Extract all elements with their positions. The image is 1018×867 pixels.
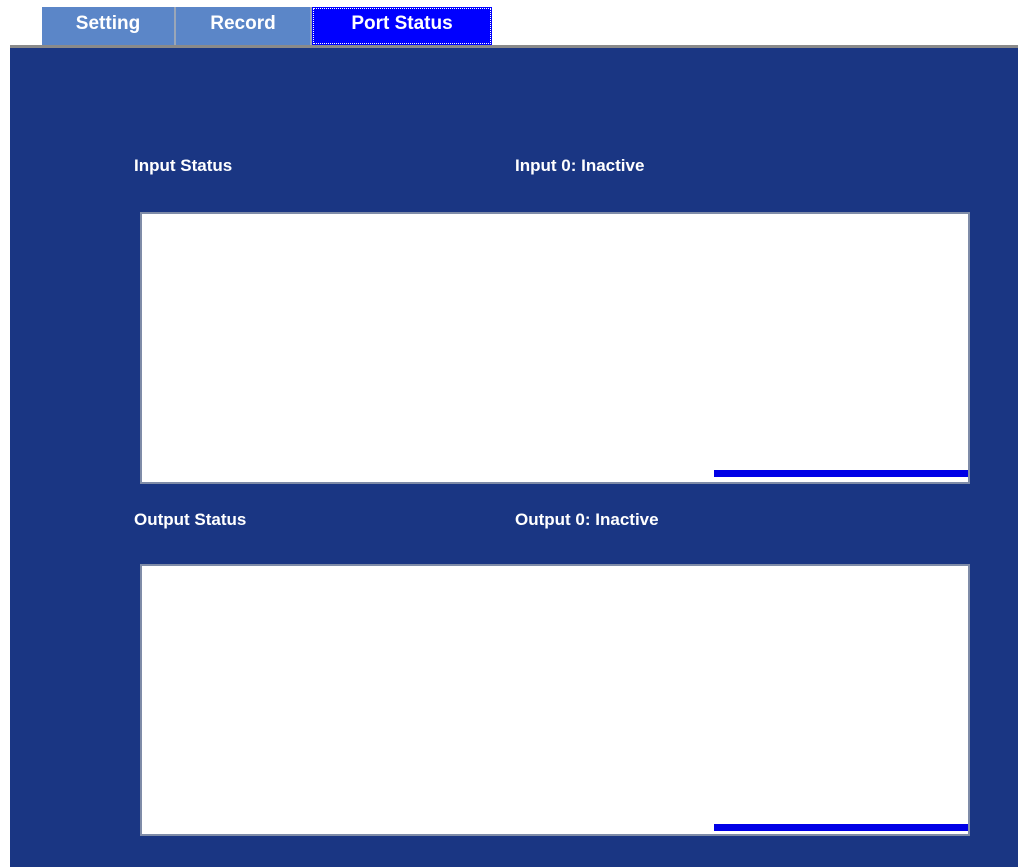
output-status-display	[140, 564, 970, 836]
output-indicator-bar	[714, 824, 968, 831]
input-status-heading: Input Status	[134, 156, 233, 175]
tab-setting[interactable]: Setting	[42, 7, 176, 45]
input-status-display	[140, 212, 970, 484]
input-indicator-bar	[714, 470, 968, 477]
tab-record[interactable]: Record	[176, 7, 312, 45]
port-status-panel: Input Status Input 0: Inactive Output St…	[10, 48, 1018, 867]
tab-port-status[interactable]: Port Status	[312, 7, 492, 45]
input-state-text: Input 0: Inactive	[515, 156, 645, 175]
output-state-text: Output 0: Inactive	[515, 510, 659, 529]
output-status-heading: Output Status	[134, 510, 247, 529]
tab-bar: Setting Record Port Status	[42, 7, 492, 45]
